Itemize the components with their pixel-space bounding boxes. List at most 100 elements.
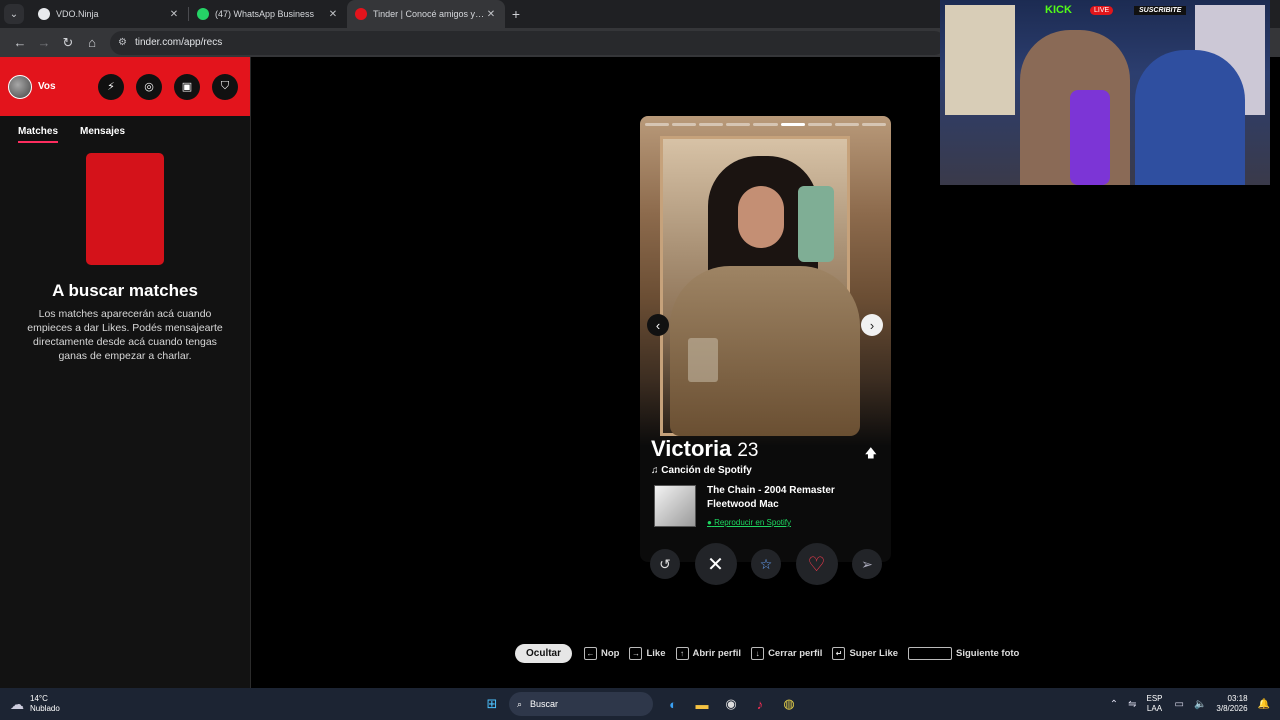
tab-title: VDO.Ninja bbox=[56, 9, 99, 19]
date: 3/8/2026 bbox=[1216, 704, 1248, 713]
photo-progress-bar bbox=[645, 123, 886, 126]
explore-compass-icon[interactable]: ◎ bbox=[136, 73, 162, 100]
notification-bell-icon[interactable]: 🔔 bbox=[1258, 699, 1270, 710]
file-explorer-icon[interactable]: ▬ bbox=[690, 692, 714, 716]
taskbar-search[interactable]: ⌕ Buscar bbox=[509, 692, 653, 716]
safety-shield-icon[interactable]: ⛉ bbox=[212, 73, 238, 100]
hide-shortcuts-button[interactable]: Ocultar bbox=[515, 643, 573, 663]
name-row: Victoria 23 bbox=[651, 436, 881, 462]
left-key-icon: ← bbox=[584, 646, 598, 660]
previous-photo-icon[interactable]: ‹ bbox=[647, 314, 669, 336]
empty-match-card bbox=[86, 153, 164, 265]
weather-widget[interactable]: ☁ 14°C Nublado bbox=[10, 694, 60, 714]
taskbar-apps: ⊞ ⌕ Buscar ◐ ▬ ◉ ♪ ◍ bbox=[480, 692, 806, 716]
tab-vdo-ninja[interactable]: VDO.Ninja ✕ bbox=[30, 0, 188, 28]
close-tab-icon[interactable]: ✕ bbox=[485, 9, 497, 20]
boost-icon[interactable]: ⚡ bbox=[98, 73, 124, 100]
profile-card[interactable]: ‹ › Victoria 23 🡅 ♫ Canción de Spotify T… bbox=[640, 116, 891, 562]
tab-search-button[interactable]: ⌄ bbox=[4, 4, 24, 24]
display-icon[interactable]: ▭ bbox=[1175, 699, 1184, 710]
cam-jersey-left bbox=[945, 5, 1015, 115]
weather-text: 14°C Nublado bbox=[30, 694, 60, 714]
close-tab-icon[interactable]: ✕ bbox=[327, 9, 339, 20]
new-tab-button[interactable]: + bbox=[505, 0, 527, 28]
close-icon: ✕ bbox=[707, 553, 724, 576]
tab-matches[interactable]: Matches bbox=[18, 126, 59, 143]
heart-icon: ♡ bbox=[807, 553, 826, 576]
track-text: The Chain - 2004 Remaster Fleetwood Mac … bbox=[707, 485, 835, 527]
spotify-label-text: Canción de Spotify bbox=[661, 465, 752, 476]
rewind-icon: ↺ bbox=[659, 555, 671, 572]
photo-progress-segment bbox=[807, 123, 832, 126]
webcam-overlay: KICK LIVE SUSCRIBITE bbox=[940, 0, 1270, 185]
forward-icon[interactable]: → bbox=[32, 31, 56, 55]
shortcut-label: Siguiente foto bbox=[956, 647, 1020, 659]
photo-progress-segment bbox=[861, 123, 886, 126]
url-bar[interactable]: ⚙ tinder.com/app/recs bbox=[110, 30, 946, 55]
tab-tinder[interactable]: Tinder | Conocé amigos y gente ✕ bbox=[347, 0, 505, 28]
work-briefcase-icon[interactable]: ▣ bbox=[174, 73, 200, 100]
open-profile-arrow-icon[interactable]: 🡅 bbox=[865, 444, 877, 465]
send-icon: ➢ bbox=[861, 555, 873, 572]
photo-progress-segment bbox=[753, 123, 778, 126]
shortcut-close-profile: ↓ Cerrar perfil bbox=[751, 646, 823, 660]
windows-start-icon[interactable]: ⊞ bbox=[480, 692, 504, 716]
whatsapp-favicon-icon bbox=[197, 8, 209, 20]
tinder-sidebar: Vos ⚡ ◎ ▣ ⛉ Matches Mensajes A buscar ma… bbox=[0, 57, 251, 688]
keyboard-layout: LAA bbox=[1146, 704, 1163, 713]
close-tab-icon[interactable]: ✕ bbox=[168, 9, 180, 20]
home-icon[interactable]: ⌂ bbox=[80, 31, 104, 55]
site-info-icon[interactable]: ⚙ bbox=[118, 37, 127, 48]
music-note-icon: ♫ bbox=[651, 465, 659, 476]
boost-button[interactable]: ➢ bbox=[852, 549, 882, 579]
cam-lamp bbox=[1070, 90, 1110, 185]
profile-photo[interactable] bbox=[640, 116, 891, 446]
up-key-icon: ↑ bbox=[675, 646, 689, 660]
shortcut-label: Abrir perfil bbox=[692, 647, 742, 659]
right-key-icon: → bbox=[629, 646, 643, 660]
super-like-button[interactable]: ☆ bbox=[751, 549, 781, 579]
volume-icon[interactable]: 🔈 bbox=[1194, 699, 1206, 710]
profile-name[interactable]: Vos bbox=[38, 81, 98, 92]
network-icon[interactable]: ⇋ bbox=[1128, 699, 1136, 710]
star-icon: ☆ bbox=[759, 555, 773, 572]
tab-title: (47) WhatsApp Business bbox=[215, 9, 315, 19]
photo-progress-segment bbox=[645, 123, 670, 126]
tab-messages[interactable]: Mensajes bbox=[80, 126, 125, 143]
shortcut-super-like: ↵ Super Like bbox=[832, 646, 898, 660]
windows-taskbar: ☁ 14°C Nublado ⊞ ⌕ Buscar ◐ ▬ ◉ ♪ ◍ ⌃ ⇋ … bbox=[0, 688, 1280, 720]
spotify-label: ♫ Canción de Spotify bbox=[651, 465, 881, 476]
shortcut-label: Like bbox=[646, 647, 666, 659]
search-icon: ⌕ bbox=[517, 698, 523, 709]
cam-person-right bbox=[1135, 50, 1245, 185]
photo-progress-segment bbox=[780, 123, 805, 126]
spotify-icon: ● bbox=[707, 518, 712, 527]
back-icon[interactable]: ← bbox=[8, 31, 32, 55]
tinder-favicon-icon bbox=[355, 8, 367, 20]
chrome-icon[interactable]: ◍ bbox=[777, 692, 801, 716]
shortcut-label: Cerrar perfil bbox=[768, 647, 823, 659]
obs-icon[interactable]: ◉ bbox=[719, 692, 743, 716]
language-indicator[interactable]: ESP LAA bbox=[1146, 694, 1162, 714]
tab-whatsapp[interactable]: (47) WhatsApp Business ✕ bbox=[189, 0, 347, 28]
clock[interactable]: 03:18 3/8/2026 bbox=[1216, 694, 1247, 714]
avatar[interactable] bbox=[8, 74, 32, 99]
photo-glass bbox=[688, 338, 718, 382]
language-code: ESP bbox=[1146, 694, 1163, 703]
photo-phone bbox=[798, 186, 834, 262]
search-placeholder: Buscar bbox=[530, 699, 559, 709]
reload-icon[interactable]: ↻ bbox=[56, 31, 80, 55]
next-photo-icon[interactable]: › bbox=[861, 314, 883, 336]
spotify-play-link[interactable]: ● Reproducir en Spotify bbox=[707, 518, 835, 527]
temperature: 14°C bbox=[30, 694, 48, 703]
like-button[interactable]: ♡ bbox=[795, 543, 838, 585]
shortcut-label: Nop bbox=[601, 647, 620, 659]
photo-progress-segment bbox=[726, 123, 751, 126]
edge-icon[interactable]: ◐ bbox=[661, 692, 685, 716]
chevron-up-icon[interactable]: ⌃ bbox=[1110, 699, 1118, 710]
spotify-track: The Chain - 2004 Remaster Fleetwood Mac … bbox=[651, 485, 881, 527]
tiktok-icon[interactable]: ♪ bbox=[748, 692, 772, 716]
shortcut-open-profile: ↑ Abrir perfil bbox=[675, 646, 742, 660]
rewind-button[interactable]: ↺ bbox=[650, 549, 680, 579]
nope-button[interactable]: ✕ bbox=[694, 543, 737, 585]
